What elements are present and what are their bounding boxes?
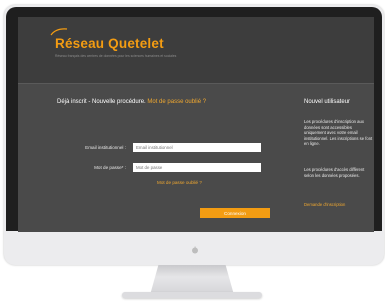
sidebar-register-link[interactable]: Demande d'inscription — [304, 202, 374, 208]
login-button[interactable]: Connexion — [200, 208, 270, 218]
email-label: Email institutionnel : — [85, 145, 126, 150]
password-field[interactable] — [133, 163, 261, 172]
login-title-link[interactable]: Mot de passe oublié ? — [147, 99, 206, 105]
password-label: Mot de passe* : — [94, 165, 126, 170]
site-header: Réseau Quetelet Réseau français des cent… — [18, 17, 374, 83]
login-title: Déjà inscrit - Nouvelle procédure. Mot d… — [57, 99, 206, 105]
header-divider — [18, 83, 374, 84]
site-logo[interactable]: Réseau Quetelet — [55, 36, 164, 51]
email-field[interactable] — [133, 143, 261, 152]
sidebar-paragraph-2: Les procédures d'accès diffèrent selon l… — [304, 167, 365, 178]
monitor: Réseau Quetelet Réseau français des cent… — [4, 5, 384, 265]
screen: Réseau Quetelet Réseau français des cent… — [18, 17, 374, 232]
login-title-text: Déjà inscrit - Nouvelle procédure. — [57, 99, 146, 105]
monitor-stand-foot — [122, 292, 262, 298]
site-tagline: Réseau français des centres de données p… — [55, 54, 177, 58]
monitor-stand-neck — [150, 265, 234, 295]
apple-icon — [192, 246, 198, 254]
sidebar-title: Nouvel utilisateur — [304, 99, 351, 105]
forgot-password-link[interactable]: Mot de passe oublié ? — [157, 180, 202, 185]
monitor-bezel: Réseau Quetelet Réseau français des cent… — [6, 7, 382, 232]
sidebar-paragraph-1: Les procédures d'inscription aux données… — [304, 119, 373, 146]
